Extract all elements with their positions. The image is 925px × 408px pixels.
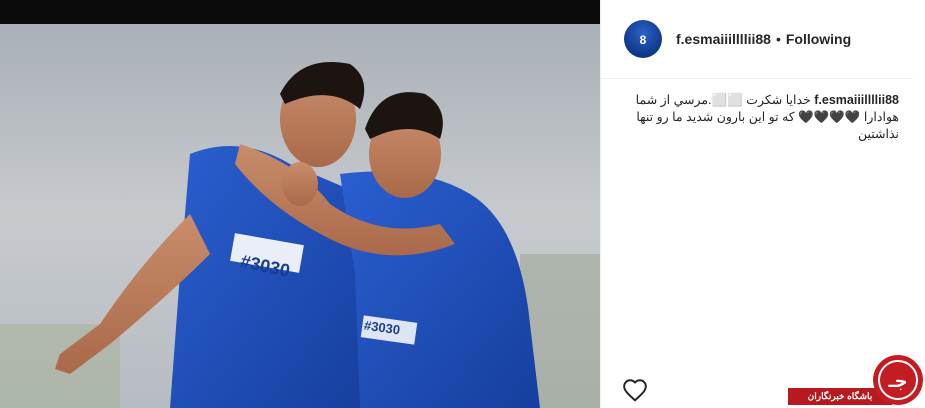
header-separator: • xyxy=(775,31,781,47)
watermark-logo-icon: جـ xyxy=(873,355,923,405)
caption-username[interactable]: f.esmaiiillllii88 xyxy=(814,93,899,107)
post-side-panel: 8 f.esmaiiillllii88 • Following f.esmaii… xyxy=(600,0,925,408)
instagram-post: #3030 #3030 8 f.esmaiiillllii88 • Follow… xyxy=(0,0,925,408)
following-button[interactable]: Following xyxy=(786,31,851,47)
photo-illustration xyxy=(0,24,600,408)
watermark-logo-letters: جـ xyxy=(887,371,907,392)
header-username[interactable]: f.esmaiiillllii88 xyxy=(676,31,771,47)
post-caption: f.esmaiiillllii88 خدایا شکرت ⬜⬜.مرسي از … xyxy=(623,92,899,143)
post-header: 8 f.esmaiiillllii88 • Following xyxy=(601,0,913,79)
post-photo[interactable]: #3030 #3030 xyxy=(0,24,600,408)
watermark: باشگاه خبرنگاران جـ xyxy=(788,350,925,408)
top-dark-strip xyxy=(0,0,600,24)
avatar-number: 8 xyxy=(639,33,647,47)
heart-icon[interactable] xyxy=(622,378,648,402)
avatar[interactable]: 8 xyxy=(624,20,662,58)
